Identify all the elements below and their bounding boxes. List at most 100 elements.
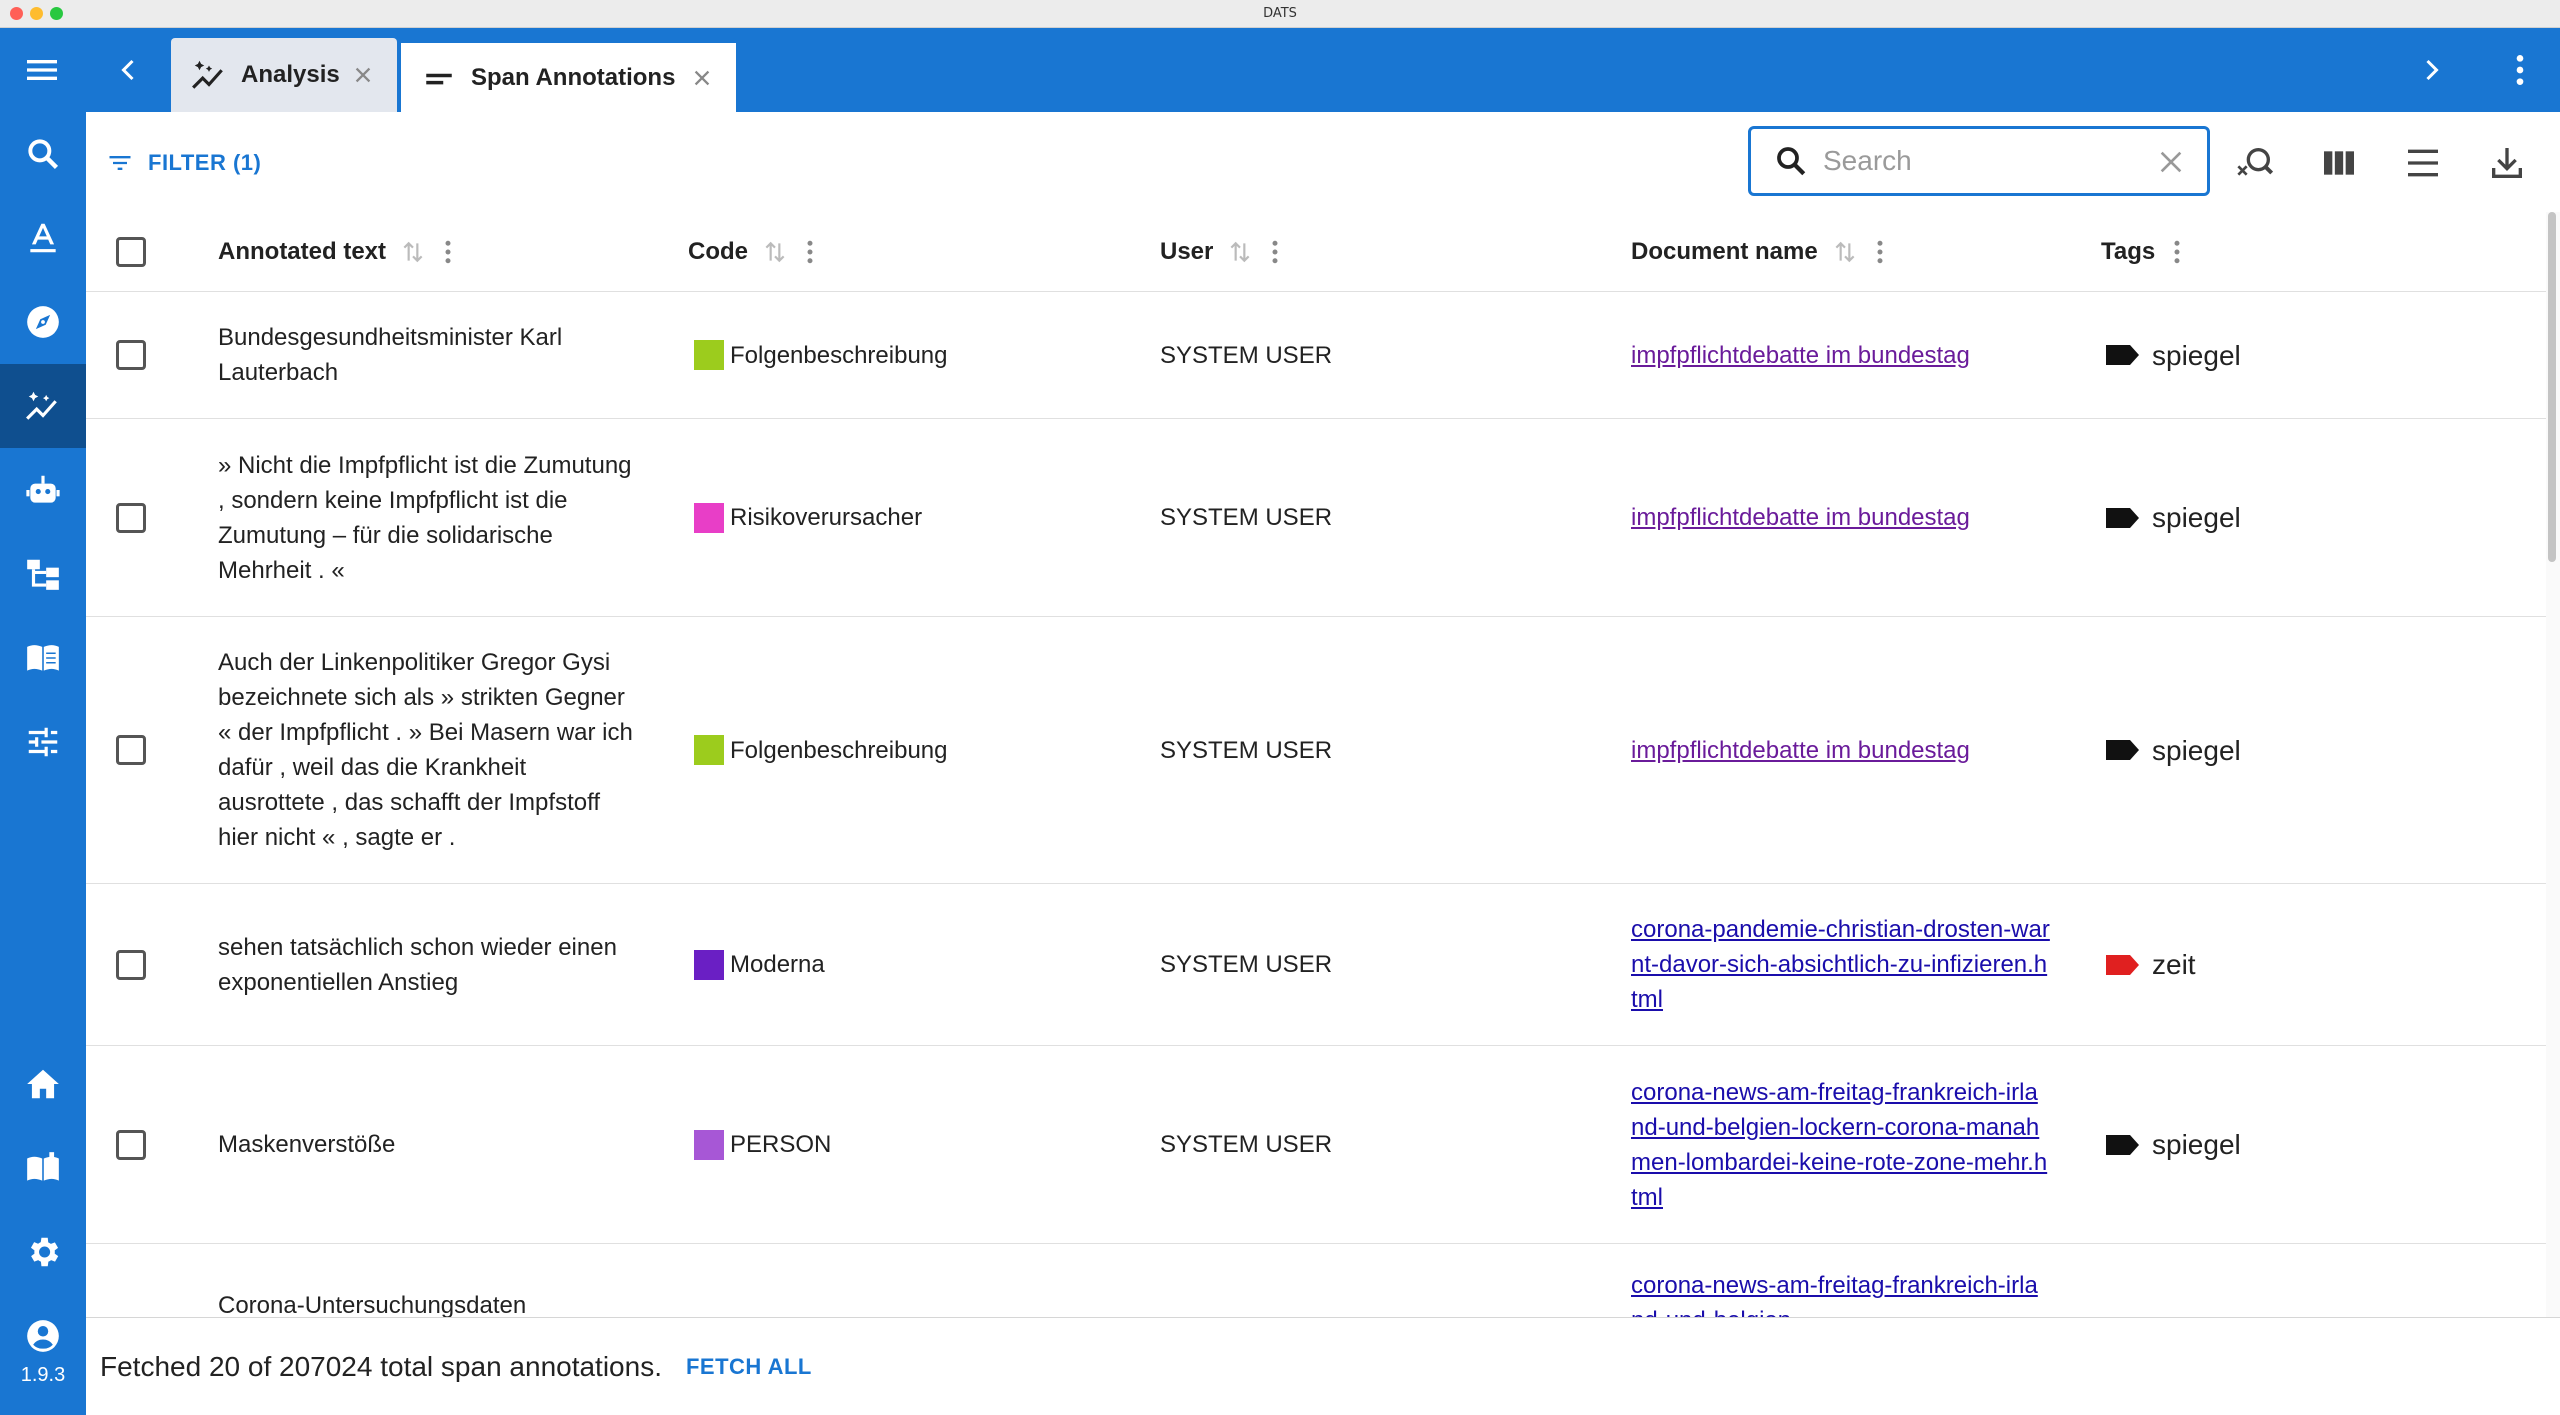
document-link[interactable]: corona-news-am-freitag-frankreich-irland… xyxy=(1631,1075,2051,1215)
chevron-right-icon[interactable] xyxy=(2414,52,2450,88)
search-off-icon[interactable] xyxy=(2234,142,2276,184)
user-cell: SYSTEM USER xyxy=(1160,1131,1333,1158)
fetch-all-button[interactable]: FETCH ALL xyxy=(686,1354,812,1380)
sidebar-item-search[interactable] xyxy=(0,112,86,196)
tab-analysis[interactable]: Analysis xyxy=(171,38,397,112)
annotated-text-cell: Corona-Untersuchungsdaten xyxy=(218,1292,527,1317)
sort-icon[interactable] xyxy=(1832,239,1858,265)
sidebar-item-home[interactable] xyxy=(0,1042,86,1126)
close-icon[interactable] xyxy=(347,59,379,91)
code-color-swatch xyxy=(694,340,724,370)
table-row[interactable]: Corona-Untersuchungsdaten corona-news-am… xyxy=(86,1244,2546,1317)
tag-icon xyxy=(2106,507,2139,528)
row-checkbox[interactable] xyxy=(116,735,146,765)
column-menu-icon[interactable] xyxy=(438,237,458,267)
column-label: Document name xyxy=(1631,238,1818,265)
tag-icon xyxy=(2106,740,2139,760)
document-cell: impfpflichtdebatte im bundestag xyxy=(1631,292,2051,418)
sidebar: 1.9.3 xyxy=(0,112,86,1415)
tab-label: Span Annotations xyxy=(471,63,676,91)
more-vertical-icon[interactable] xyxy=(2500,50,2540,90)
tags-cell: spiegel xyxy=(2104,419,2241,616)
code-color-swatch xyxy=(694,949,724,980)
select-all-checkbox[interactable] xyxy=(116,237,146,267)
table-row[interactable]: » Nicht die Impfpflicht ist die Zumutung… xyxy=(86,419,2546,617)
code-cell: Moderna xyxy=(694,884,1114,1045)
sort-icon[interactable] xyxy=(1227,239,1253,265)
tags-cell: zeit xyxy=(2104,884,2196,1045)
tag-icon xyxy=(2106,1134,2139,1155)
density-icon[interactable] xyxy=(2402,142,2444,184)
column-header-user[interactable]: User xyxy=(1160,212,1285,292)
column-label: Tags xyxy=(2101,238,2156,265)
document-link[interactable]: corona-pandemie-christian-drosten-warnt-… xyxy=(1631,912,2051,1017)
search-input[interactable] xyxy=(1823,145,2123,177)
column-header-annotated-text[interactable]: Annotated text xyxy=(218,212,458,292)
row-checkbox[interactable] xyxy=(116,1130,146,1160)
annotated-text-cell: sehen tatsächlich schon wieder einen exp… xyxy=(218,933,617,996)
tag-label: spiegel xyxy=(2152,734,2241,766)
row-checkbox[interactable] xyxy=(116,503,146,533)
tags-cell: spiegel xyxy=(2104,1046,2241,1243)
document-link[interactable]: corona-news-am-freitag-frankreich-irland… xyxy=(1631,1268,2051,1317)
column-menu-icon[interactable] xyxy=(1265,237,1285,267)
columns-icon[interactable] xyxy=(2318,142,2360,184)
table-scrollbar-thumb[interactable] xyxy=(2548,212,2556,562)
sidebar-item-hierarchy[interactable] xyxy=(0,532,86,616)
column-header-code[interactable]: Code xyxy=(688,212,820,292)
compass-icon xyxy=(27,306,59,338)
sort-icon[interactable] xyxy=(762,239,788,265)
sidebar-item-settings-tune[interactable] xyxy=(0,700,86,784)
column-header-tags[interactable]: Tags xyxy=(2101,212,2187,292)
tag-label: spiegel xyxy=(2152,339,2241,371)
document-link[interactable]: impfpflichtdebatte im bundestag xyxy=(1631,500,1970,535)
table-row[interactable]: Bundesgesundheitsminister Karl Lauterbac… xyxy=(86,292,2546,419)
table-footer: Fetched 20 of 207024 total span annotati… xyxy=(86,1317,2560,1415)
tag-label: zeit xyxy=(2152,949,2196,980)
column-menu-icon[interactable] xyxy=(2167,237,2187,267)
sidebar-item-annotation[interactable] xyxy=(0,196,86,280)
row-checkbox[interactable] xyxy=(116,340,146,370)
column-header-document-name[interactable]: Document name xyxy=(1631,212,1890,292)
sidebar-item-docs[interactable] xyxy=(0,1126,86,1210)
document-link[interactable]: impfpflichtdebatte im bundestag xyxy=(1631,338,1970,373)
tab-label: Analysis xyxy=(241,61,340,88)
tab-span-annotations[interactable]: Span Annotations xyxy=(401,38,736,112)
close-icon[interactable] xyxy=(686,62,718,94)
filter-label: FILTER (1) xyxy=(148,150,262,175)
table-row[interactable]: Auch der Linkenpolitiker Gregor Gysi bez… xyxy=(86,617,2546,884)
short-text-icon xyxy=(419,58,459,98)
tag-icon xyxy=(2106,954,2139,975)
download-icon[interactable] xyxy=(2486,142,2528,184)
document-cell: corona-news-am-freitag-frankreich-irland… xyxy=(1631,1244,2051,1317)
document-cell: impfpflichtdebatte im bundestag xyxy=(1631,617,2051,883)
sidebar-item-analysis[interactable] xyxy=(0,364,86,448)
sidebar-item-assistant[interactable] xyxy=(0,448,86,532)
table-row[interactable]: sehen tatsächlich schon wieder einen exp… xyxy=(86,884,2546,1046)
code-label: Folgenbeschreibung xyxy=(730,736,948,764)
column-menu-icon[interactable] xyxy=(1870,237,1890,267)
chevron-left-icon[interactable] xyxy=(110,52,146,88)
filter-list-icon xyxy=(109,156,131,170)
code-cell: Risikoverursacher xyxy=(694,419,1114,616)
user-cell: SYSTEM USER xyxy=(1160,951,1333,978)
tag-label: spiegel xyxy=(2152,1129,2241,1160)
table-row[interactable]: Maskenverstöße PERSON SYSTEM USER corona… xyxy=(86,1046,2546,1244)
sidebar-item-logbook[interactable] xyxy=(0,616,86,700)
row-checkbox[interactable] xyxy=(116,950,146,980)
document-link[interactable]: impfpflichtdebatte im bundestag xyxy=(1631,733,1970,768)
app-version: 1.9.3 xyxy=(20,1364,66,1386)
column-menu-icon[interactable] xyxy=(800,237,820,267)
annotated-text-cell: » Nicht die Impfpflicht ist die Zumutung… xyxy=(218,451,632,584)
sidebar-item-explore[interactable] xyxy=(0,280,86,364)
sort-icon[interactable] xyxy=(400,239,426,265)
code-label: Risikoverursacher xyxy=(730,504,923,531)
clear-search-icon[interactable] xyxy=(2155,146,2187,178)
hamburger-icon[interactable] xyxy=(22,50,62,90)
user-cell: SYSTEM USER xyxy=(1160,504,1333,531)
filter-button[interactable]: FILTER (1) xyxy=(106,142,261,184)
search-field[interactable] xyxy=(1748,126,2210,196)
window-title: DATS xyxy=(1263,6,1297,21)
sidebar-item-settings[interactable] xyxy=(0,1210,86,1294)
manual-icon xyxy=(27,1152,59,1181)
